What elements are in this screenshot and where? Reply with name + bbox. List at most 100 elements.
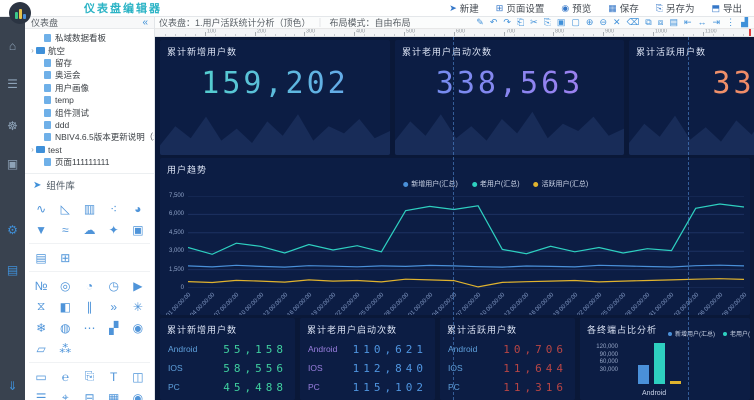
expand-arrow-icon[interactable]: › [29,46,36,55]
pdf-file-icon[interactable]: ▤ [0,263,25,277]
unlock-icon[interactable]: ▢ [571,18,580,27]
slider-widget-icon[interactable]: ∥ [77,296,101,317]
kpi-card[interactable]: 累计新增用户数 159,202 [160,40,390,155]
new-button[interactable]: ➤ 新建 [449,1,479,16]
matrix-table-icon[interactable]: ▦ [102,387,126,400]
metric-table-card[interactable]: 累计新增用户数 Android 55,158 IOS 58,556 PC 45,488 [160,318,295,400]
search-widget-icon[interactable]: ⌖ [53,387,77,400]
collapse-panel-icon[interactable]: « [142,17,148,28]
tree-item[interactable]: ddd [29,119,154,131]
tab-widget-icon[interactable]: ⎘ [77,366,101,387]
download-icon[interactable]: ⇓ [0,379,25,393]
scatter-chart-icon[interactable]: ⁖ [102,198,126,219]
clear-icon[interactable]: ⌫ [627,18,640,27]
tree-item[interactable]: NBIV4.6.5版本更新说明（20200803） [29,131,154,143]
metric-table-card[interactable]: 累计老用户启动次数 Android 110,621 IOS 112,840 PC 115,1… [300,318,435,400]
legend-item[interactable]: 老用户(汇总) [723,329,750,338]
clock-icon[interactable]: ◷ [102,275,126,296]
video-widget-icon[interactable]: ▶ [126,275,150,296]
legend-item[interactable]: 老用户(汇总) [471,179,520,189]
web-page-icon[interactable]: ℮ [53,366,77,387]
tree-item[interactable]: 留存 [29,57,154,69]
line-chart-icon[interactable]: ∿ [29,198,53,219]
page-settings-button[interactable]: ⊞ 页面设置 [496,1,545,16]
expand-arrow-icon[interactable]: › [29,145,36,154]
copy-icon[interactable]: ⎘ [544,18,551,27]
paste-icon[interactable]: ⎗ [517,18,524,27]
database-icon[interactable]: ☰ [0,77,25,91]
legend-item[interactable]: 新增用户(汇总) [668,329,715,338]
layer-up-icon[interactable]: ⧉ [645,18,651,27]
image-widget-icon[interactable]: ▣ [126,219,150,240]
align-right-icon[interactable]: ⇥ [713,18,721,27]
edit-pencil-icon[interactable]: ✎ [476,18,484,27]
tree-item[interactable]: 页面111111111 [29,156,154,168]
dashboard-canvas[interactable]: 累计新增用户数 159,202 累计老用户启动次数 338,563 累计活跃用户数 33,… [155,37,754,400]
more-dots-icon[interactable]: ⋯ [77,317,101,338]
user-trend-chart-panel[interactable]: 用户趋势 新增用户(汇总) 老用户(汇总) 活跃用户(汇总) 0 1,500 3,000 4,… [160,158,750,315]
distribute-icon[interactable]: ⋮ [726,18,735,27]
save-button[interactable]: ▦ 保存 [608,1,639,16]
undo-icon[interactable]: ↶ [490,18,498,27]
dashboard-icon[interactable]: ☸ [0,119,25,133]
stats-icon[interactable]: ▟ [741,18,748,27]
cut-icon[interactable]: ✂ [530,18,538,27]
layer-down-icon[interactable]: ⧈ [658,18,664,27]
terminal-share-chart-panel[interactable]: 各终端占比分析新增用户(汇总) 老用户(汇总) 120,00090,00060,00… [580,318,750,400]
kpi-card[interactable]: 累计老用户启动次数 338,563 [395,40,624,155]
monitor-icon[interactable]: ▣ [0,157,25,171]
split-layout-icon[interactable]: ◫ [126,366,150,387]
zoom-in-icon[interactable]: ⊕ [586,18,594,27]
layout-widget-icon[interactable]: ◧ [53,296,77,317]
tree-item[interactable]: temp [29,94,154,106]
legend-item[interactable]: 新增用户(汇总) [403,179,458,189]
radar-chart-icon[interactable]: ✳ [126,296,150,317]
text-widget-icon[interactable]: T [102,366,126,387]
geo-map-icon[interactable]: ▱ [29,338,53,359]
relation-chart-icon[interactable]: ✦ [102,219,126,240]
tree-item[interactable]: › test [29,144,154,156]
tree-item[interactable]: 用户画像 [29,82,154,94]
pivot-table-icon[interactable]: ⊟ [77,387,101,400]
marquee-icon[interactable]: » [102,296,126,317]
carousel-icon[interactable]: ⧖ [29,296,53,317]
redo-icon[interactable]: ↷ [503,18,511,27]
gauge-icon[interactable]: ◔ [77,275,101,296]
lock-icon[interactable]: ▣ [557,18,566,27]
align-center-icon[interactable]: ↔ [698,18,707,27]
snowflake-icon[interactable]: ❄ [29,317,53,338]
list-widget-icon[interactable]: ☰ [29,387,53,400]
delete-icon[interactable]: ✕ [613,18,621,27]
ring-progress-icon[interactable]: ◎ [53,275,77,296]
legend-item[interactable]: 活跃用户(汇总) [533,179,588,189]
tree-item[interactable]: 组件测试 [29,106,154,118]
kpi-card[interactable]: 累计活跃用户数 33, [629,40,754,155]
combo-chart-icon[interactable]: ≈ [53,219,77,240]
location-pin-icon[interactable]: ◉ [126,317,150,338]
grid-table-icon[interactable]: ⊞ [53,247,77,268]
window-widget-icon[interactable]: ▭ [29,366,53,387]
funnel-chart-icon[interactable]: ▼ [29,219,53,240]
area-chart-icon[interactable]: ◺ [53,198,77,219]
globe-map-icon[interactable]: ◍ [53,317,77,338]
tree-item[interactable]: 奥运会 [29,69,154,81]
simple-table-icon[interactable]: ▤ [29,247,53,268]
align-left-icon[interactable]: ⇤ [684,18,692,27]
tree-item[interactable]: 私域数据看板 [29,32,154,44]
tree-item[interactable]: › 航空 [29,44,154,56]
circle-widget-icon[interactable]: ◉ [126,387,150,400]
number-card-icon[interactable]: № [29,275,53,296]
pie-chart-icon[interactable]: ◕ [126,198,150,219]
settings-gear-icon[interactable]: ⚙ [0,223,25,237]
save-as-button[interactable]: ⎘ 另存为 [656,1,695,16]
metric-table-card[interactable]: 累计活跃用户数 Android 10,706 IOS 11,644 PC 11,316 [440,318,575,400]
component-icon[interactable]: ▤ [669,18,678,27]
crowd-icon[interactable]: ⁂ [53,338,77,359]
home-icon[interactable]: ⌂ [0,39,25,53]
export-button[interactable]: ⬒ 导出 [711,1,742,16]
bar-chart-icon[interactable]: ▥ [77,198,101,219]
zoom-out-icon[interactable]: ⊖ [599,18,607,27]
china-map-icon[interactable]: ▞ [102,317,126,338]
wordcloud-icon[interactable]: ☁ [77,219,101,240]
preview-button[interactable]: ◉ 预览 [561,1,591,16]
